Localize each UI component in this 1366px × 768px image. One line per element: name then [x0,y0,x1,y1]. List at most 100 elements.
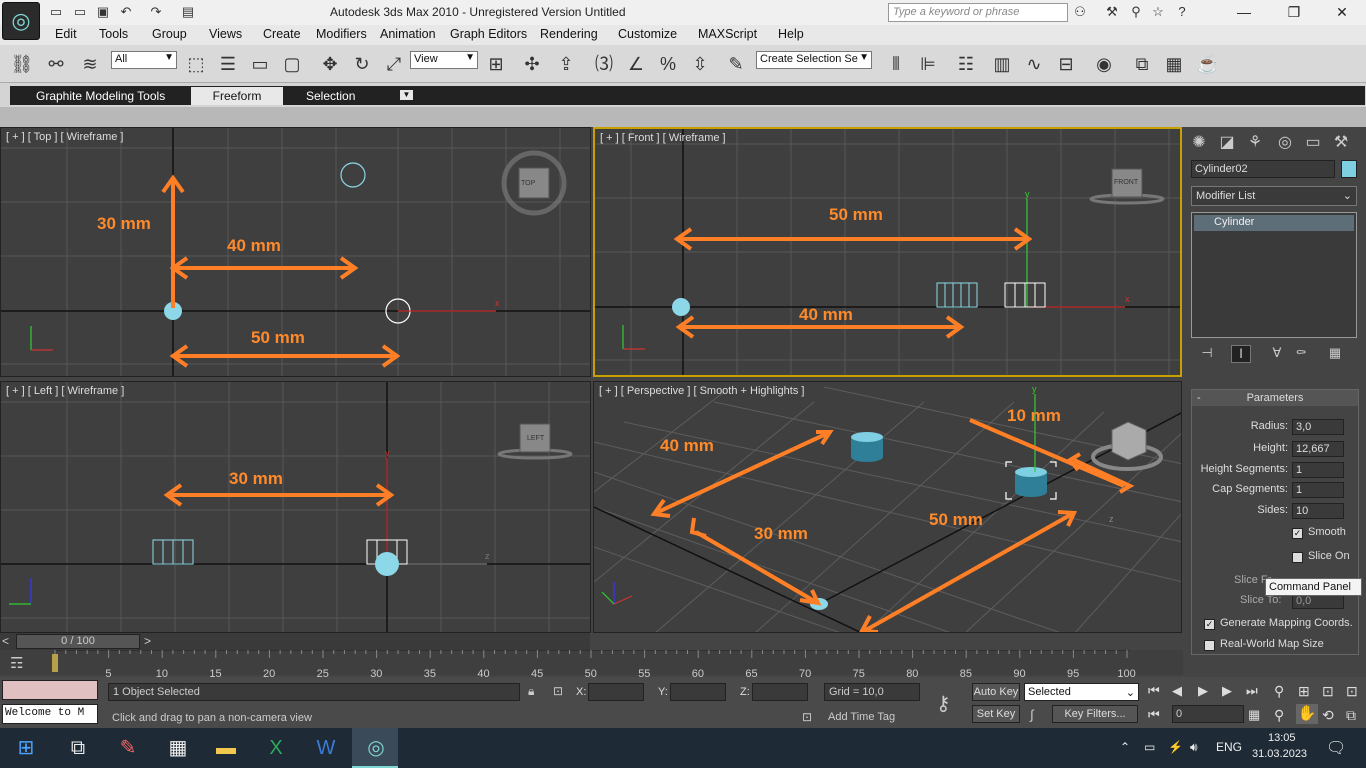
mini-curve-editor-icon[interactable]: ☶ [10,654,23,672]
undo-icon[interactable]: ↶ [118,4,134,20]
time-config-icon[interactable]: ▦ [1248,707,1260,723]
clock-date[interactable]: 31.03.2023 [1252,748,1307,760]
cylinder-left-wire[interactable] [152,539,194,565]
pan-hand-icon[interactable]: ✋ [1296,704,1318,724]
menu-views[interactable]: Views [209,27,242,41]
search-input[interactable]: Type a keyword or phrase [888,3,1068,22]
key-icon[interactable]: ⚷ [936,691,951,716]
open-file-icon[interactable]: ▭ [72,4,88,20]
bind-to-space-warp-icon[interactable]: ≋ [76,50,104,78]
key-mode-dropdown[interactable]: Selected ⌄ [1024,683,1139,701]
windows-start-icon[interactable]: ⊞ [12,734,40,762]
zoom-extents-all-icon[interactable]: ⊡ [1346,683,1358,700]
keyboard-shortcut-toggle-icon[interactable]: ⇪ [552,50,580,78]
smooth-checkbox[interactable]: ✓ [1292,528,1303,539]
motion-tab-icon[interactable]: ◎ [1273,131,1297,155]
project-folder-icon[interactable]: ▤ [180,4,196,20]
configure-modifier-sets-icon[interactable]: ▦ [1325,345,1345,363]
field-of-view-icon[interactable]: ⚲ [1274,707,1284,724]
show-end-result-icon[interactable]: Ⅰ [1231,345,1251,363]
pin-stack-icon[interactable]: ⊣ [1197,345,1217,363]
key-tangent-icon[interactable]: ∫ [1030,707,1034,722]
viewport-label-left[interactable]: [ + ] [ Left ] [ Wireframe ] [6,385,124,397]
tools-icon[interactable]: ⚒ [1104,4,1120,20]
current-frame-field[interactable]: 0 [1172,705,1244,723]
cap-segments-spinner[interactable]: 1 [1292,482,1344,498]
menu-edit[interactable]: Edit [55,27,77,41]
modify-tab-icon[interactable]: ◪ [1215,131,1239,155]
render-setup-icon[interactable]: ⧉ [1128,50,1156,78]
network-icon[interactable]: ▭ [1144,740,1155,754]
goto-end-icon[interactable]: ⏭ [1246,683,1258,699]
window-crossing-icon[interactable]: ▢ [278,50,306,78]
slice-on-checkbox[interactable] [1292,552,1303,563]
radius-spinner[interactable]: 3,0 [1292,419,1344,435]
viewport-perspective[interactable]: zy [ + ] [ Perspective ] [ Smooth + High… [593,381,1182,633]
time-tag-icon[interactable]: ⊡ [802,710,812,724]
bluetooth-icon[interactable]: ⚡ [1168,740,1183,754]
menu-group[interactable]: Group [152,27,187,41]
scale-icon[interactable]: ⤢ [380,50,408,78]
key-filters-button[interactable]: Key Filters... [1052,705,1138,723]
origin-cylinder[interactable] [672,298,690,316]
height-spinner[interactable]: 12,667 [1292,441,1344,457]
hierarchy-tab-icon[interactable]: ⚘ [1243,131,1267,155]
move-icon[interactable]: ✥ [316,50,344,78]
select-and-link-icon[interactable]: ⛓ [8,50,36,78]
next-frame-icon[interactable]: ▶ [1222,683,1232,699]
modifier-list-dropdown[interactable]: Modifier List ⌄ [1191,186,1357,206]
snaps-toggle-icon[interactable]: ⑶ [590,50,618,78]
material-editor-icon[interactable]: ◉ [1090,50,1118,78]
3ds-max-icon[interactable]: ◎ [362,734,390,762]
height-segments-spinner[interactable]: 1 [1292,462,1344,478]
object-color-swatch[interactable] [1341,160,1357,178]
mirror-icon[interactable]: ⫴ [882,50,910,78]
viewcube-label-top[interactable]: TOP [521,180,535,187]
new-file-icon[interactable]: ▭ [48,4,64,20]
make-unique-icon[interactable]: ∀ [1267,345,1287,363]
viewport-label-front[interactable]: [ + ] [ Front ] [ Wireframe ] [600,132,726,144]
rendered-frame-window-icon[interactable]: ▦ [1160,50,1188,78]
communication-icon[interactable]: ⚲ [1128,4,1144,20]
lock-selection-icon[interactable]: 🔒︎ [528,684,534,699]
select-by-name-icon[interactable]: ☰ [214,50,242,78]
task-view-icon[interactable]: ⧉ [64,734,92,762]
percent-snap-icon[interactable]: % [654,50,682,78]
close-button[interactable]: ✕ [1322,2,1362,22]
viewport-label-top[interactable]: [ + ] [ Top ] [ Wireframe ] [6,131,123,143]
display-tab-icon[interactable]: ▭ [1301,131,1325,155]
select-manipulate-icon[interactable]: ✣ [518,50,546,78]
calculator-icon[interactable]: ▦ [164,734,192,762]
select-object-icon[interactable]: ⬚ [182,50,210,78]
excel-icon[interactable]: X [262,734,290,762]
goto-start-icon[interactable]: ⏮ [1148,683,1160,699]
graphite-toggle-icon[interactable]: ▥ [988,50,1016,78]
menu-maxscript[interactable]: MAXScript [698,27,757,41]
spinner-snap-icon[interactable]: ⇳ [686,50,714,78]
rollout-header[interactable]: - Parameters [1192,390,1358,406]
viewport-top[interactable]: x [ + ] [ Top ] [ Wireframe ] TOP 30 mm … [0,127,591,377]
time-next-icon[interactable]: > [144,634,151,648]
curve-editor-icon[interactable]: ∿ [1020,50,1048,78]
sides-spinner[interactable]: 10 [1292,503,1344,519]
layer-manager-icon[interactable]: ☷ [952,50,980,78]
unlink-icon[interactable]: ⚯ [42,50,70,78]
minimize-button[interactable]: — [1224,2,1264,22]
absolute-mode-icon[interactable]: ⊡ [553,684,563,698]
cylinder-perspective[interactable] [851,432,883,462]
viewcube-label-left[interactable]: LEFT [527,435,544,442]
zoom-icon[interactable]: ⚲ [1274,683,1284,700]
pivot-center-icon[interactable]: ⊞ [482,50,510,78]
real-world-map-checkbox[interactable] [1204,640,1215,651]
cylinder-front-wire[interactable] [936,282,978,308]
language-indicator[interactable]: ENG [1216,740,1242,754]
play-icon[interactable]: ▶ [1198,683,1208,699]
paint-app-icon[interactable]: ✎ [114,734,142,762]
menu-tools[interactable]: Tools [99,27,128,41]
viewcube-label-front[interactable]: FRONT [1114,179,1138,186]
auto-key-button[interactable]: Auto Key [972,683,1020,701]
menu-graph-editors[interactable]: Graph Editors [450,27,527,41]
word-icon[interactable]: W [312,734,340,762]
key-mode-toggle-icon[interactable]: ⏮ [1148,707,1160,723]
maxscript-mini-listener[interactable]: Welcome to M [2,704,98,724]
